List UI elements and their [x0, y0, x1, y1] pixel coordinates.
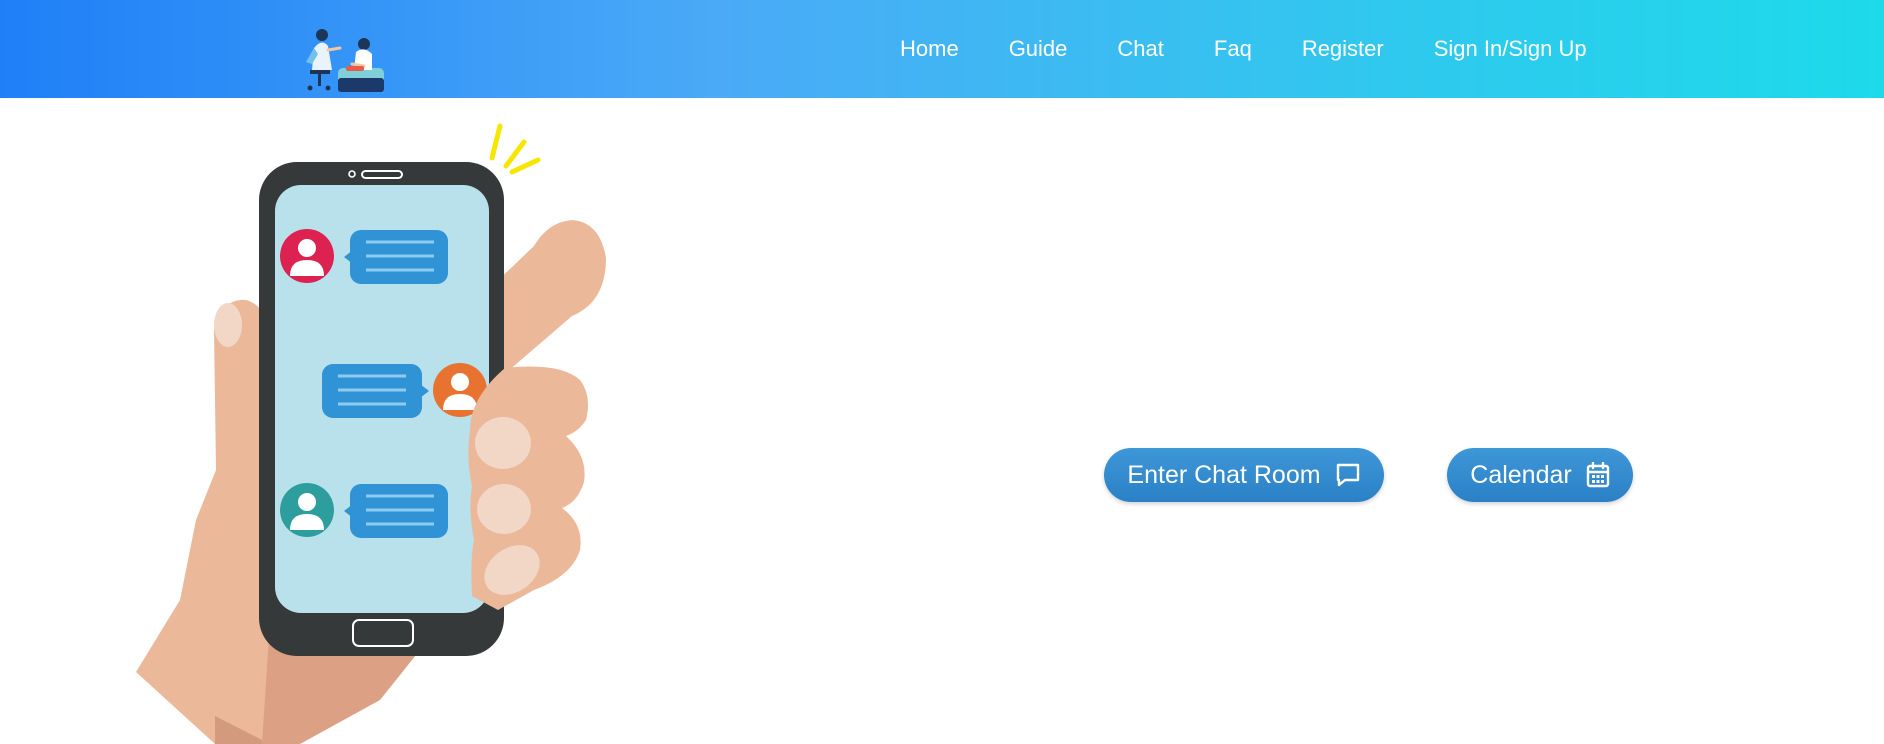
top-navbar: Home Guide Chat Faq Register Sign In/Sig…	[0, 0, 1884, 98]
enter-chat-room-button[interactable]: Enter Chat Room	[1104, 448, 1384, 502]
counseling-logo-icon[interactable]	[292, 26, 388, 96]
nav-guide[interactable]: Guide	[1009, 36, 1068, 62]
nav-home[interactable]: Home	[900, 36, 959, 62]
nav-sign-in[interactable]: Sign In/Sign Up	[1434, 36, 1587, 62]
calendar-icon	[1586, 462, 1609, 488]
enter-chat-room-label: Enter Chat Room	[1127, 460, 1321, 489]
nav-faq[interactable]: Faq	[1214, 36, 1252, 62]
nav-register[interactable]: Register	[1302, 36, 1384, 62]
hand-holding-phone-illustration	[136, 123, 606, 744]
calendar-label: Calendar	[1470, 460, 1572, 489]
calendar-button[interactable]: Calendar	[1447, 448, 1633, 502]
chat-bubble-icon	[1336, 463, 1359, 487]
nav-links: Home Guide Chat Faq Register Sign In/Sig…	[900, 0, 1587, 98]
nav-chat[interactable]: Chat	[1117, 36, 1163, 62]
